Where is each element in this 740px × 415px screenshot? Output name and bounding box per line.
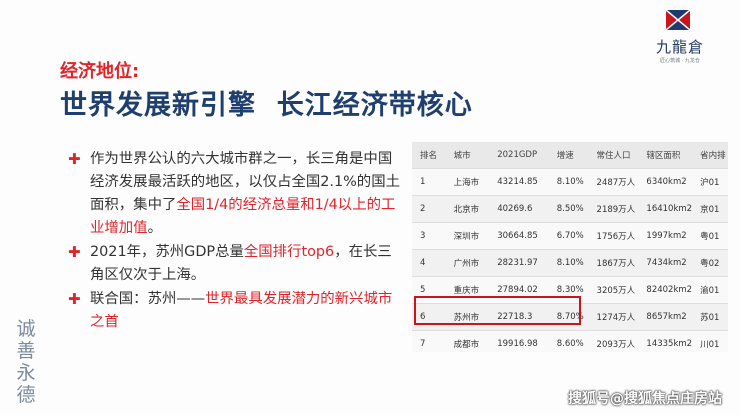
bullet-text: 。	[147, 220, 162, 236]
table-cell: 22718.3	[489, 303, 549, 331]
table-cell: 广州市	[445, 249, 490, 277]
column-header: 常住人口	[588, 142, 639, 169]
table-cell: 北京市	[445, 195, 490, 223]
watermark: 搜狐号@搜狐焦点庄房站	[568, 391, 722, 407]
table-cell: 30664.85	[489, 222, 549, 250]
table-cell: 粤01	[692, 222, 728, 250]
table-cell: 6	[412, 303, 446, 331]
bullet-text: 联合国：苏州——	[90, 291, 206, 307]
table-row: 3 深圳市 30664.85 6.70% 1756万人 1997km2 粤01	[412, 222, 728, 250]
logo-name: 九龍倉	[655, 38, 704, 56]
table-cell: 沪01	[692, 168, 728, 196]
calligraphy-char: 永	[16, 362, 36, 384]
table-cell: 8.50%	[548, 195, 589, 223]
calligraphy-char: 德	[16, 384, 36, 406]
section-subtitle: 经济地位:	[60, 61, 140, 82]
calligraphy-char: 诚	[16, 318, 36, 340]
column-header: 城市	[445, 142, 490, 169]
table-cell: 1867万人	[588, 249, 639, 277]
table-row: 7 成都市 19916.98 8.60% 2093万人 14335km2 川01	[412, 330, 728, 352]
table-cell: 3	[412, 222, 446, 250]
column-header: 省内排	[692, 142, 728, 169]
table-cell: 3205万人	[588, 276, 639, 304]
table-cell: 1274万人	[588, 303, 639, 331]
table-row: 1 上海市 43214.85 8.10% 2487万人 6340km2 沪01	[412, 168, 728, 196]
table-cell: 粤02	[692, 249, 728, 277]
table-cell: 苏01	[692, 303, 728, 331]
brand-logo: 九龍倉 匠心筑城 · 九龙仓	[640, 6, 720, 66]
table-cell: 8.10%	[548, 168, 589, 196]
calligraphy-seal: 诚善永德	[6, 318, 46, 410]
table-cell: 8.60%	[548, 330, 589, 352]
column-header: 增速	[548, 142, 589, 169]
bullet-text: 2021年，苏州GDP总量	[90, 244, 244, 260]
table-cell: 成都市	[445, 330, 490, 352]
table-cell: 1756万人	[588, 222, 639, 250]
table-cell: 苏州市	[445, 303, 490, 331]
bullet-list: ✚ 作为世界公认的六大城市群之一，长三角是中国经济发展最活跃的地区，以仅占全国2.…	[68, 148, 404, 335]
column-header: 2021GDP	[489, 142, 549, 169]
table-cell: 7434km2	[638, 249, 693, 277]
table-cell: 43214.85	[489, 168, 549, 196]
table-cell: 4	[412, 249, 446, 277]
column-header: 辖区面积	[638, 142, 693, 169]
table-cell: 8.10%	[548, 249, 589, 277]
plus-icon: ✚	[68, 243, 81, 261]
table-cell: 川01	[692, 330, 728, 352]
table-cell: 27894.02	[489, 276, 549, 304]
table-cell: 2189万人	[588, 195, 639, 223]
page-title: 世界发展新引擎 长江经济带核心	[60, 90, 473, 121]
bullet-item: ✚ 联合国：苏州——世界最具发展潜力的新兴城市之首	[68, 288, 404, 334]
table-cell: 6.70%	[548, 222, 589, 250]
plus-icon: ✚	[68, 150, 81, 168]
table-cell: 40269.6	[489, 195, 549, 223]
table-cell: 2487万人	[588, 168, 639, 196]
table-cell: 8657km2	[638, 303, 693, 331]
table-header-row: 排名 城市 2021GDP 增速 常住人口 辖区面积 省内排	[412, 142, 728, 169]
table-cell: 1	[412, 168, 446, 196]
table-cell: 5	[412, 276, 446, 304]
flag-logo-icon	[666, 10, 690, 30]
bullet-highlight-text: 全国排行top6	[243, 244, 335, 260]
table-cell: 8.70%	[548, 303, 589, 331]
table-row: 2 北京市 40269.6 8.50% 2189万人 16410km2 京01	[412, 195, 728, 223]
table-cell: 8.30%	[548, 276, 589, 304]
table-cell: 上海市	[445, 168, 490, 196]
table-cell: 重庆市	[445, 276, 490, 304]
bullet-item: ✚ 作为世界公认的六大城市群之一，长三角是中国经济发展最活跃的地区，以仅占全国2.…	[68, 148, 404, 240]
column-header: 排名	[412, 142, 446, 169]
table-cell: 19916.98	[489, 330, 549, 352]
table-cell: 2093万人	[588, 330, 639, 352]
slide: 九龍倉 匠心筑城 · 九龙仓 经济地位: 世界发展新引擎 长江经济带核心 ✚ 作为…	[0, 0, 740, 415]
table-cell: 渝01	[692, 276, 728, 304]
calligraphy-char: 善	[16, 340, 36, 362]
plus-icon: ✚	[68, 290, 81, 308]
table-cell: 14335km2	[638, 330, 693, 352]
table-cell: 1997km2	[638, 222, 693, 250]
table-cell: 16410km2	[638, 195, 693, 223]
table-cell: 2	[412, 195, 446, 223]
table-row: 4 广州市 28231.97 8.10% 1867万人 7434km2 粤02	[412, 249, 728, 277]
table-cell: 深圳市	[445, 222, 490, 250]
gdp-ranking-table: 排名 城市 2021GDP 增速 常住人口 辖区面积 省内排 1 上海市 43214.85 8.1…	[412, 142, 728, 352]
table-cell: 82402km2	[638, 276, 693, 304]
logo-tagline: 匠心筑城 · 九龙仓	[660, 58, 700, 64]
table-cell: 28231.97	[489, 249, 549, 277]
table-cell: 6340km2	[638, 168, 693, 196]
table-row: 5 重庆市 27894.02 8.30% 3205万人 82402km2 渝01	[412, 276, 728, 304]
table-row-highlighted: 6 苏州市 22718.3 8.70% 1274万人 8657km2 苏01	[412, 303, 728, 331]
table-cell: 7	[412, 330, 446, 352]
bullet-item: ✚ 2021年，苏州GDP总量全国排行top6，在长三角区仅次于上海。	[68, 241, 404, 287]
table-cell: 京01	[692, 195, 728, 223]
